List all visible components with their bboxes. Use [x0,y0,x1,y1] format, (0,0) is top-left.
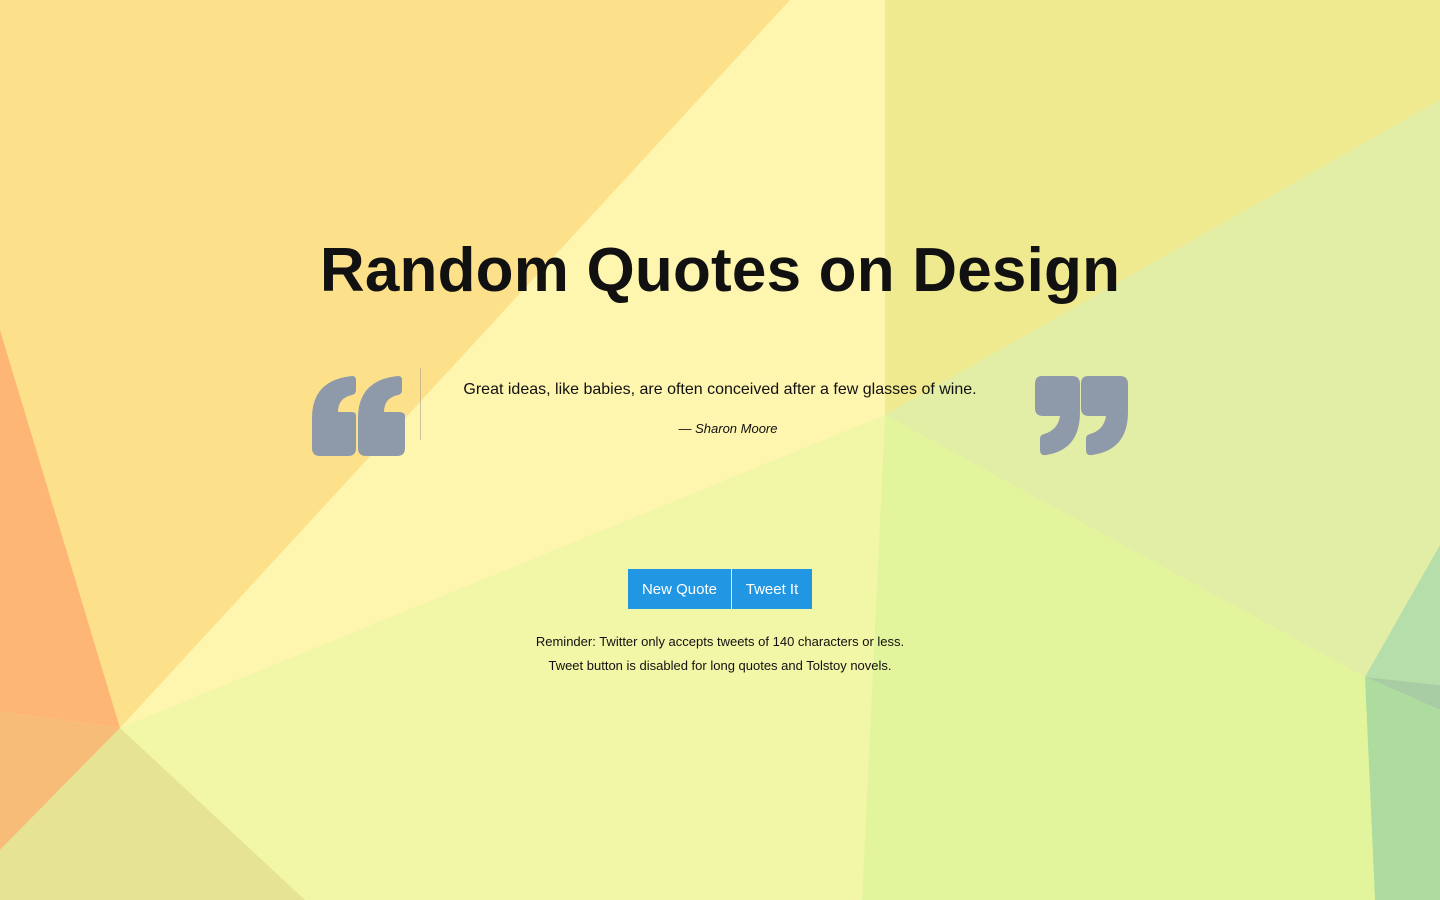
quote-close-icon [1032,370,1132,460]
quote-author: — Sharon Moore [678,421,778,436]
main-content: Random Quotes on Design Great ideas, lik… [0,0,1440,900]
reminder-note: Reminder: Twitter only accepts tweets of… [0,630,1440,678]
quote-divider [420,368,421,440]
reminder-line-2: Tweet button is disabled for long quotes… [548,658,892,673]
action-button-group: New Quote Tweet It [628,569,812,609]
quote-text: Great ideas, like babies, are often conc… [463,381,977,398]
reminder-line-1: Reminder: Twitter only accepts tweets of… [535,634,905,649]
page-title: Random Quotes on Design [319,236,1121,305]
quote-open-icon [310,370,410,460]
new-quote-button[interactable]: New Quote [628,569,731,609]
tweet-button[interactable]: Tweet It [732,569,812,609]
